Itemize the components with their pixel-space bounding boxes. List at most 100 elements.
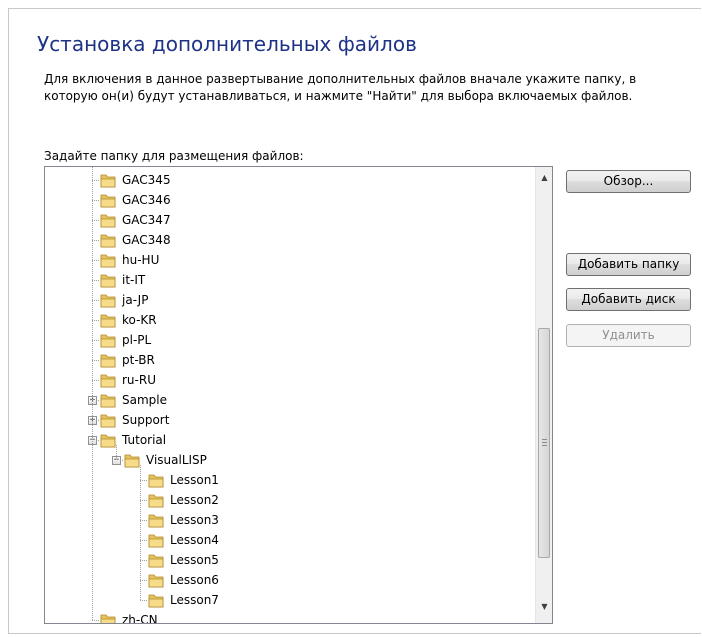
page-title: Установка дополнительных файлов — [37, 32, 417, 56]
tree-node-gac345[interactable]: GAC345 — [100, 170, 171, 190]
tree-node-label: Lesson6 — [170, 573, 219, 587]
folder-tree-canvas[interactable]: GAC345 GAC346 GAC347 GAC348 hu-HU it-IT ja-JP k… — [45, 167, 536, 623]
tree-node-label: GAC346 — [122, 193, 171, 207]
folder-icon — [148, 573, 164, 588]
folder-icon — [100, 393, 116, 408]
tree-guide-line — [92, 200, 99, 201]
tree-node-label: pl-PL — [122, 333, 152, 347]
tree-guide-line — [92, 620, 99, 621]
folder-icon — [148, 473, 164, 488]
folder-icon — [148, 493, 164, 508]
tree-node-gac346[interactable]: GAC346 — [100, 190, 171, 210]
folder-icon — [148, 593, 164, 608]
tree-guide-line — [92, 380, 99, 381]
tree-node-lesson6[interactable]: Lesson6 — [148, 570, 219, 590]
tree-node-pt-br[interactable]: pt-BR — [100, 350, 155, 370]
scroll-up-arrow-icon[interactable]: ▲ — [536, 169, 552, 186]
tree-node-label: ja-JP — [122, 293, 149, 307]
folder-tree[interactable]: GAC345 GAC346 GAC347 GAC348 hu-HU it-IT ja-JP k… — [44, 166, 553, 624]
tree-guide-line — [92, 240, 99, 241]
tree-node-gac347[interactable]: GAC347 — [100, 210, 171, 230]
tree-guide-line — [140, 520, 147, 521]
folder-icon — [100, 433, 116, 448]
scrollbar-thumb[interactable] — [538, 328, 550, 558]
tree-node-lesson7[interactable]: Lesson7 — [148, 590, 219, 610]
tree-node-label: GAC345 — [122, 173, 171, 187]
tree-node-label: hu-HU — [122, 253, 160, 267]
folder-icon — [100, 273, 116, 288]
folder-icon — [100, 373, 116, 388]
tree-guide-line — [116, 445, 117, 460]
tree-node-label: Support — [122, 413, 170, 427]
tree-node-zh-cn[interactable]: zh-CN — [100, 610, 158, 623]
tree-guide-line — [92, 300, 99, 301]
delete-button[interactable]: Удалить — [566, 324, 691, 347]
folder-icon — [100, 333, 116, 348]
tree-node-label: Lesson3 — [170, 513, 219, 527]
tree-node-label: Lesson1 — [170, 473, 219, 487]
tree-node-label: Tutorial — [122, 433, 167, 447]
folder-icon — [100, 293, 116, 308]
tree-guide-line — [140, 465, 141, 600]
folder-icon — [100, 613, 116, 623]
tree-node-visuallisp[interactable]: VisualLISP — [124, 450, 207, 470]
tree-guide-line — [140, 500, 147, 501]
tree-node-ja-jp[interactable]: ja-JP — [100, 290, 148, 310]
tree-vertical-scrollbar[interactable]: ▲ ▼ — [535, 167, 552, 623]
tree-node-pl-pl[interactable]: pl-PL — [100, 330, 151, 350]
tree-node-lesson5[interactable]: Lesson5 — [148, 550, 219, 570]
folder-icon — [100, 173, 116, 188]
tree-node-ru-ru[interactable]: ru-RU — [100, 370, 156, 390]
tree-node-label: Lesson7 — [170, 593, 219, 607]
folder-icon — [100, 313, 116, 328]
folder-icon — [100, 193, 116, 208]
tree-guide-line — [92, 220, 99, 221]
folder-icon — [148, 553, 164, 568]
tree-guide-line — [92, 360, 99, 361]
tree-guide-line — [140, 580, 147, 581]
tree-node-lesson3[interactable]: Lesson3 — [148, 510, 219, 530]
folder-icon — [148, 533, 164, 548]
tree-node-lesson2[interactable]: Lesson2 — [148, 490, 219, 510]
tree-node-label: it-IT — [122, 273, 146, 287]
folder-tree-label: Задайте папку для размещения файлов: — [44, 149, 304, 163]
folder-icon — [100, 253, 116, 268]
folder-icon — [124, 453, 140, 468]
scroll-down-arrow-icon[interactable]: ▼ — [536, 598, 552, 615]
tree-node-gac348[interactable]: GAC348 — [100, 230, 171, 250]
scrollbar-grip-icon — [542, 439, 547, 446]
folder-icon — [148, 513, 164, 528]
tree-node-label: zh-CN — [122, 613, 158, 623]
tree-node-label: pt-BR — [122, 353, 155, 367]
tree-guide-line — [92, 260, 99, 261]
tree-node-hu-hu[interactable]: hu-HU — [100, 250, 159, 270]
tree-node-sample[interactable]: Sample — [100, 390, 167, 410]
instructions-text: Для включения в данное развертывание доп… — [44, 72, 637, 103]
tree-node-lesson4[interactable]: Lesson4 — [148, 530, 219, 550]
tree-guide-line — [140, 480, 147, 481]
folder-icon — [100, 233, 116, 248]
tree-node-label: Lesson5 — [170, 553, 219, 567]
tree-node-label: ko-KR — [122, 313, 157, 327]
tree-guide-line — [92, 180, 99, 181]
tree-guide-line — [92, 340, 99, 341]
tree-node-support[interactable]: Support — [100, 410, 169, 430]
tree-node-label: Sample — [122, 393, 167, 407]
tree-node-label: VisualLISP — [146, 453, 207, 467]
tree-node-it-it[interactable]: it-IT — [100, 270, 145, 290]
add-folder-button[interactable]: Добавить папку — [566, 253, 691, 276]
folder-icon — [100, 353, 116, 368]
browse-button[interactable]: Обзор... — [566, 170, 691, 193]
folder-icon — [100, 413, 116, 428]
tree-node-tutorial[interactable]: Tutorial — [100, 430, 166, 450]
tree-node-lesson1[interactable]: Lesson1 — [148, 470, 219, 490]
tree-node-label: GAC347 — [122, 213, 171, 227]
tree-node-label: GAC348 — [122, 233, 171, 247]
add-disk-button[interactable]: Добавить диск — [566, 288, 691, 311]
tree-guide-line — [92, 167, 93, 620]
tree-node-label: Lesson4 — [170, 533, 219, 547]
tree-node-label: ru-RU — [122, 373, 156, 387]
tree-node-label: Lesson2 — [170, 493, 219, 507]
tree-node-ko-kr[interactable]: ko-KR — [100, 310, 157, 330]
tree-guide-line — [140, 540, 147, 541]
